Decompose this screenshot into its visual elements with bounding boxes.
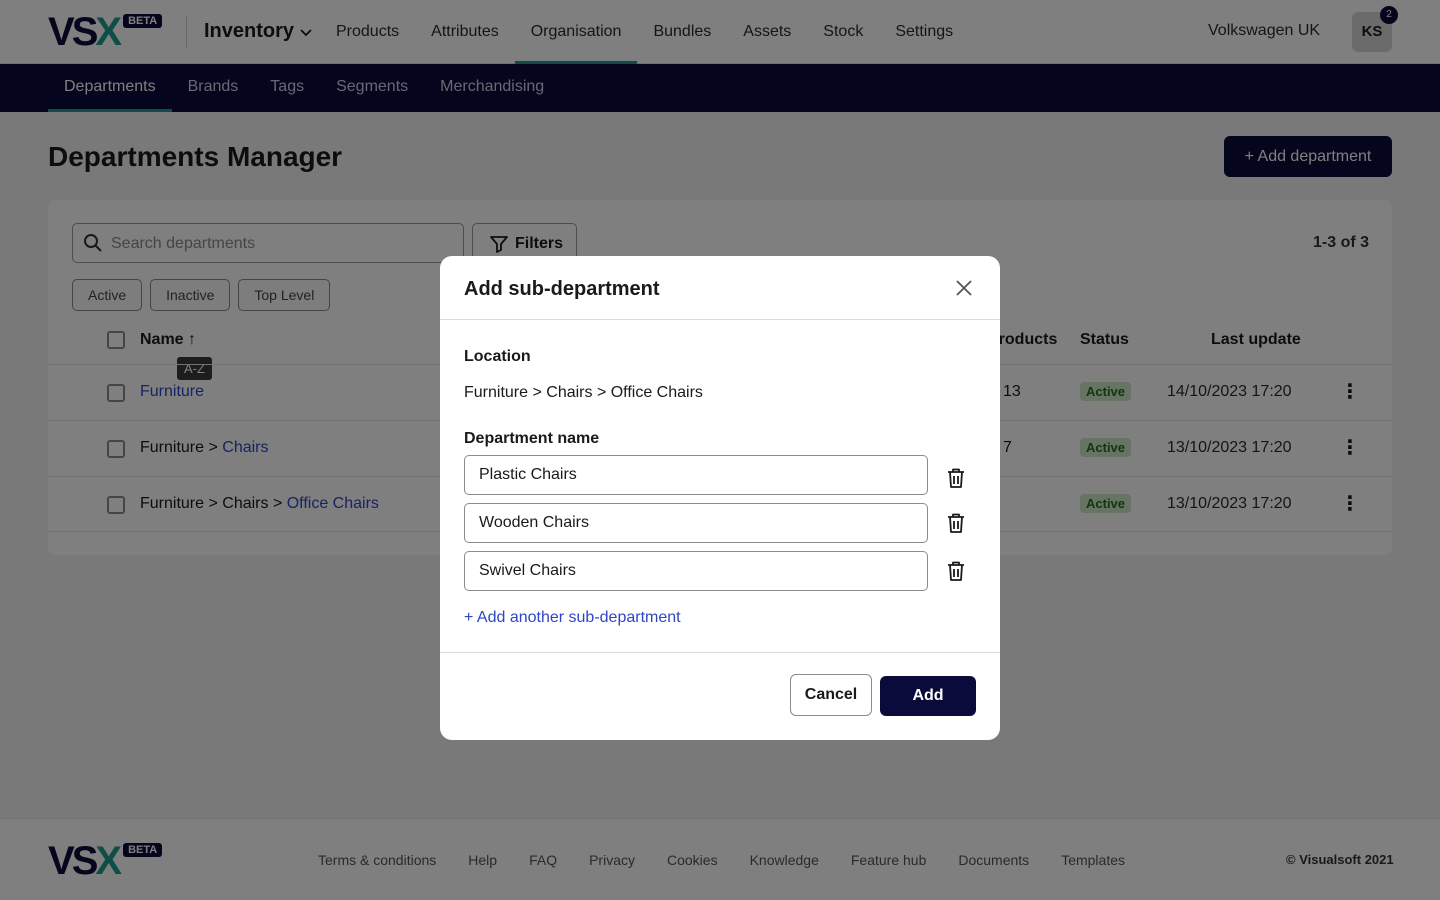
trash-icon[interactable]	[946, 560, 966, 582]
trash-icon[interactable]	[946, 467, 966, 489]
add-sub-department-dialog: Add sub-department Location Furniture > …	[440, 256, 1000, 740]
location-value: Furniture > Chairs > Office Chairs	[464, 384, 703, 401]
trash-icon[interactable]	[946, 512, 966, 534]
close-icon[interactable]	[954, 278, 974, 298]
department-name-label: Department name	[464, 430, 600, 447]
add-another-sub-department-link[interactable]: + Add another sub-department	[464, 609, 681, 627]
add-button[interactable]: Add	[880, 676, 976, 716]
department-name-field-3[interactable]	[464, 551, 928, 591]
cancel-button[interactable]: Cancel	[790, 674, 872, 716]
department-name-field-1[interactable]	[464, 455, 928, 495]
dialog-title: Add sub-department	[464, 278, 660, 300]
divider	[440, 319, 1000, 320]
location-label: Location	[464, 348, 531, 365]
department-name-field-2[interactable]	[464, 503, 928, 543]
divider	[440, 652, 1000, 653]
